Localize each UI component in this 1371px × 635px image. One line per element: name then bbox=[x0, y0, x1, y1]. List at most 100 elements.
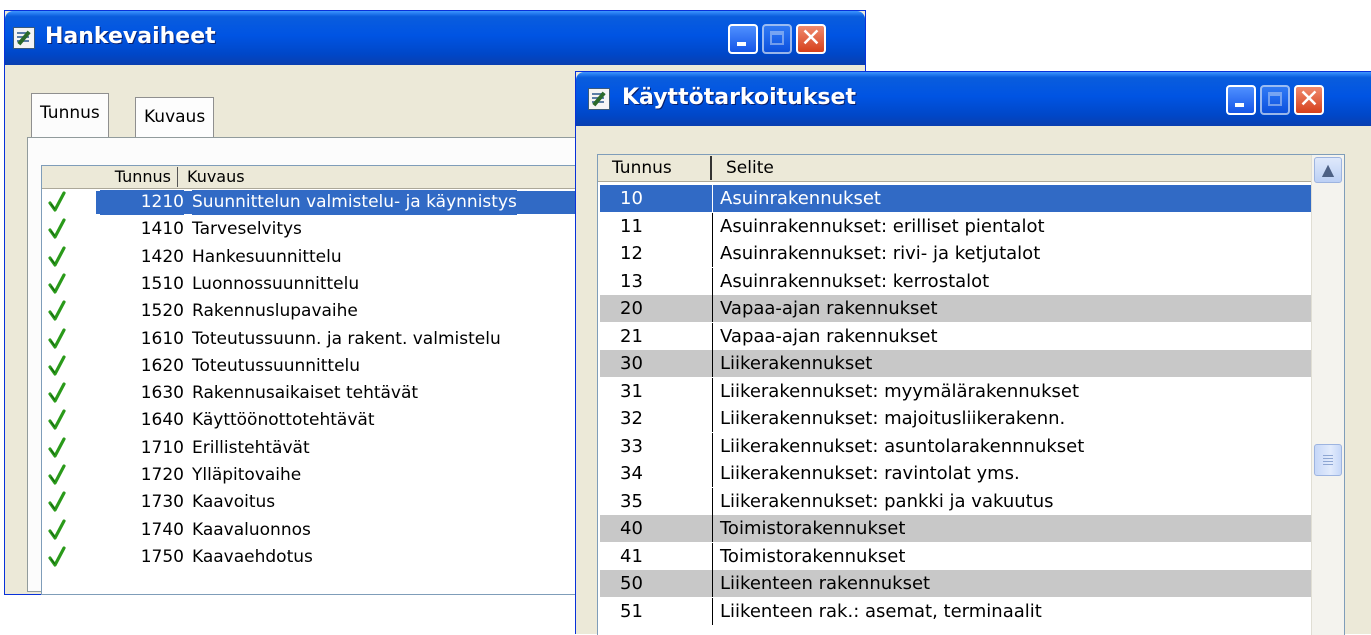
row-code: 1630 bbox=[140, 383, 184, 404]
table-row[interactable]: 21 Vapaa-ajan rakennukset bbox=[600, 322, 1312, 350]
row-description: Asuinrakennukset bbox=[720, 188, 881, 209]
table-row[interactable]: 41 Toimistorakennukset bbox=[600, 542, 1312, 570]
table-row[interactable]: 13 Asuinrakennukset: kerrostalot bbox=[600, 267, 1312, 295]
table-row[interactable]: 11 Asuinrakennukset: erilliset pientalot bbox=[600, 212, 1312, 240]
row-description: Käyttöönottotehtävät bbox=[192, 410, 375, 431]
row-description: Vapaa-ajan rakennukset bbox=[720, 325, 938, 347]
scroll-up-button[interactable]: ▲ bbox=[1314, 157, 1342, 183]
row-description: Kaavaehdotus bbox=[192, 546, 313, 567]
column-header-tunnus[interactable]: Tunnus bbox=[598, 156, 712, 180]
table-row[interactable]: 50 Liikenteen rakennukset bbox=[600, 570, 1312, 597]
checkmark-icon bbox=[48, 355, 66, 377]
maximize-icon bbox=[1268, 92, 1282, 106]
row-description: Asuinrakennukset: rivi- ja ketjutalot bbox=[720, 243, 1041, 264]
column-divider bbox=[712, 570, 713, 597]
row-description: Kaavoitus bbox=[192, 492, 276, 513]
checkmark-icon bbox=[48, 464, 66, 486]
close-button[interactable]: ✕ bbox=[796, 23, 826, 54]
row-description: Rakennusaikaiset tehtävät bbox=[192, 383, 419, 404]
row-code: 40 bbox=[620, 518, 643, 539]
row-description: Erillistehtävät bbox=[192, 437, 310, 458]
row-description: Asuinrakennukset: kerrostalot bbox=[720, 270, 990, 292]
row-code: 31 bbox=[620, 380, 643, 402]
title-bar[interactable]: Hankevaiheet ✕ bbox=[5, 11, 865, 65]
row-code: 1730 bbox=[140, 492, 184, 513]
list-header: Tunnus Selite bbox=[598, 155, 1314, 182]
checkmark-icon bbox=[48, 518, 66, 541]
column-divider bbox=[712, 542, 713, 570]
row-code: 1610 bbox=[140, 328, 184, 349]
row-code: 1740 bbox=[140, 519, 184, 540]
row-code: 13 bbox=[620, 270, 643, 292]
row-description: Luonnossuunnittelu bbox=[192, 273, 360, 294]
row-code: 12 bbox=[620, 243, 643, 264]
kayttotarkoitukset-list[interactable]: Tunnus Selite 10 Asuinrakennukset 11 Asuinr… bbox=[597, 154, 1345, 635]
minimize-icon bbox=[737, 42, 746, 46]
minimize-button[interactable] bbox=[728, 24, 758, 54]
table-row[interactable]: 12 Asuinrakennukset: rivi- ja ketjutalot bbox=[600, 240, 1312, 267]
row-code: 1210 bbox=[100, 190, 184, 215]
table-row[interactable]: 40 Toimistorakennukset bbox=[600, 515, 1312, 542]
row-code: 41 bbox=[620, 545, 643, 567]
row-code: 1420 bbox=[140, 246, 184, 267]
checkmark-icon bbox=[48, 327, 66, 350]
table-row[interactable]: 32 Liikerakennukset: majoitusliikerakenn. bbox=[600, 405, 1312, 432]
row-code: 1510 bbox=[140, 273, 184, 294]
form-edit-icon bbox=[13, 27, 35, 49]
row-description: Liikerakennukset: majoitusliikerakenn. bbox=[720, 408, 1066, 429]
checkmark-icon bbox=[48, 191, 66, 213]
tab-tunnus[interactable]: Tunnus bbox=[31, 93, 109, 137]
title-bar[interactable]: Käyttötarkoitukset ✕ bbox=[576, 72, 1371, 126]
column-header-selite[interactable]: Selite bbox=[726, 156, 774, 180]
column-divider bbox=[712, 597, 713, 625]
close-icon: ✕ bbox=[800, 23, 822, 52]
vertical-scrollbar[interactable]: ▲ bbox=[1311, 155, 1344, 635]
table-row[interactable]: 20 Vapaa-ajan rakennukset bbox=[600, 295, 1312, 322]
tab-kuvaus[interactable]: Kuvaus bbox=[135, 97, 215, 137]
checkmark-icon bbox=[48, 218, 66, 240]
table-row[interactable]: 30 Liikerakennukset bbox=[600, 350, 1312, 377]
row-code: 1520 bbox=[140, 301, 184, 322]
column-header-tunnus[interactable]: Tunnus bbox=[98, 167, 178, 187]
table-row[interactable]: 51 Liikenteen rak.: asemat, terminaalit bbox=[600, 597, 1312, 625]
table-row[interactable]: 34 Liikerakennukset: ravintolat yms. bbox=[600, 460, 1312, 487]
column-divider bbox=[712, 487, 713, 515]
chevron-up-icon: ▲ bbox=[1321, 160, 1335, 179]
column-divider bbox=[712, 212, 713, 240]
row-code: 1750 bbox=[140, 546, 184, 567]
window-title: Käyttötarkoitukset bbox=[622, 85, 856, 110]
maximize-button[interactable] bbox=[1260, 85, 1290, 115]
table-row[interactable]: 31 Liikerakennukset: myymälärakennukset bbox=[600, 377, 1312, 405]
column-divider bbox=[712, 515, 713, 542]
row-code: 51 bbox=[620, 600, 643, 622]
row-description: Tarveselvitys bbox=[192, 219, 302, 240]
scroll-thumb[interactable] bbox=[1314, 444, 1342, 476]
row-code: 11 bbox=[620, 215, 643, 237]
kayttotarkoitukset-window: Käyttötarkoitukset ✕ Tunnus Selite 10 Asu… bbox=[575, 71, 1371, 635]
row-code: 1710 bbox=[140, 437, 184, 458]
maximize-button[interactable] bbox=[762, 24, 792, 54]
row-description: Kaavaluonnos bbox=[192, 519, 311, 540]
row-code: 30 bbox=[620, 353, 643, 374]
row-code: 50 bbox=[620, 573, 643, 594]
row-code: 33 bbox=[620, 435, 643, 457]
column-divider bbox=[712, 432, 713, 460]
minimize-button[interactable] bbox=[1226, 85, 1256, 115]
row-description: Liikenteen rakennukset bbox=[720, 573, 931, 594]
row-code: 1620 bbox=[140, 355, 184, 376]
close-button[interactable]: ✕ bbox=[1294, 84, 1324, 115]
row-code: 1410 bbox=[140, 219, 184, 240]
table-row[interactable]: 35 Liikerakennukset: pankki ja vakuutus bbox=[600, 487, 1312, 515]
table-row[interactable]: 33 Liikerakennukset: asuntolarakennnukset bbox=[600, 432, 1312, 460]
table-row[interactable]: 10 Asuinrakennukset bbox=[600, 185, 1312, 212]
row-description: Toteutussuunn. ja rakent. valmistelu bbox=[192, 328, 501, 349]
column-divider bbox=[712, 240, 713, 267]
checkmark-icon bbox=[48, 409, 66, 431]
row-description: Vapaa-ajan rakennukset bbox=[720, 298, 938, 319]
row-description: Liikerakennukset: asuntolarakennnukset bbox=[720, 435, 1085, 457]
row-description: Ylläpitovaihe bbox=[192, 465, 302, 485]
column-divider bbox=[712, 267, 713, 295]
row-description: Toimistorakennukset bbox=[720, 545, 906, 567]
row-description: Hankesuunnittelu bbox=[192, 246, 342, 267]
column-header-kuvaus[interactable]: Kuvaus bbox=[187, 167, 245, 186]
